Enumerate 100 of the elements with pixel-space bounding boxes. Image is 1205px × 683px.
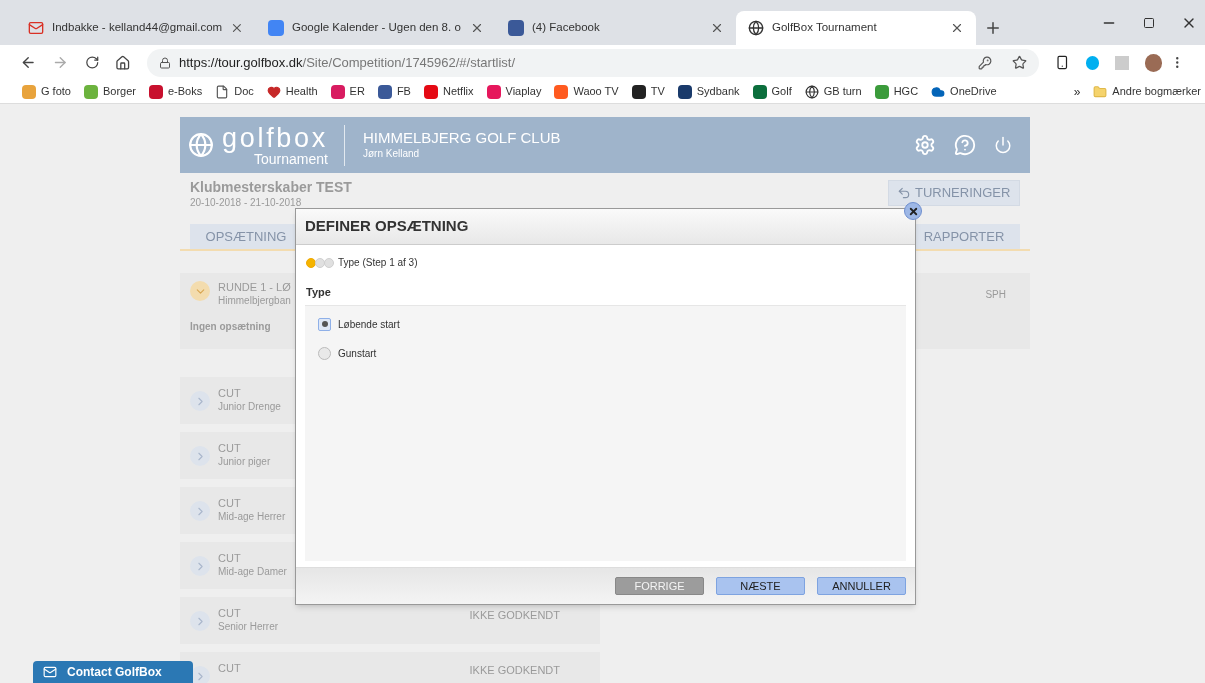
bookmark[interactable]: Borger <box>83 83 136 100</box>
bookmark-logo-icon <box>83 84 98 99</box>
round-course: Himmelbjergban <box>218 294 291 308</box>
bookmark[interactable]: Viaplay <box>486 83 542 100</box>
bookmark-logo-icon <box>874 84 889 99</box>
bookmark-logo-icon <box>486 84 501 99</box>
golfbox-logo-icon <box>188 132 214 158</box>
tab-title: GolfBox Tournament <box>772 20 878 36</box>
logo-subtitle: Tournament <box>254 151 328 166</box>
bookmark-logo-icon <box>377 84 392 99</box>
phone-icon[interactable] <box>1055 55 1070 70</box>
heart-icon <box>266 84 281 99</box>
bookmark[interactable]: GB turn <box>804 83 862 100</box>
browser-tab[interactable]: (4) Facebook <box>496 11 736 45</box>
bookmark[interactable]: FB <box>377 83 411 100</box>
bookmark[interactable]: TV <box>631 83 665 100</box>
more-bookmarks[interactable]: » <box>1073 82 1081 101</box>
bookmark-logo-icon <box>423 84 438 99</box>
bookmark-folder[interactable]: Andre bogmærker <box>1093 83 1205 100</box>
close-icon[interactable] <box>230 21 244 35</box>
cloud-icon <box>931 84 946 99</box>
cut-title: CUT <box>218 607 242 621</box>
dialog-button[interactable]: ANNULLER <box>817 577 906 595</box>
tab-title: (4) Facebook <box>532 20 601 36</box>
close-icon[interactable] <box>470 21 484 35</box>
cut-subtitle: Junior piger <box>218 455 271 469</box>
setup-status: Ingen opsætning <box>190 320 271 335</box>
radio-option[interactable]: Gunstart <box>318 345 893 361</box>
key-icon[interactable] <box>978 55 993 70</box>
cut-subtitle: Junior Drenge <box>218 400 281 414</box>
close-icon <box>907 205 919 217</box>
bookmark-logo-icon <box>752 84 767 99</box>
user-name: Jørn Kelland <box>362 148 421 161</box>
bookmark[interactable]: Golf <box>752 83 792 100</box>
bookmark[interactable]: Netflix <box>423 83 474 100</box>
status-label: IKKE GODKENDT <box>469 608 560 623</box>
url-host: https://tour.golfbox.dk <box>178 53 303 72</box>
lock-icon <box>158 56 171 69</box>
browser-tab[interactable]: GolfBox Tournament <box>736 11 976 45</box>
bookmark-logo-icon <box>677 84 692 99</box>
close-icon[interactable] <box>950 21 964 35</box>
globe-icon <box>748 20 764 36</box>
dialog-title: DEFINER OPSÆTNING <box>305 216 469 237</box>
tournament-dates: 20-10-2018 - 21-10-2018 <box>190 196 303 209</box>
bookmark-logo-icon <box>554 84 569 99</box>
new-tab-icon[interactable] <box>984 19 1002 37</box>
back-icon[interactable] <box>20 54 37 71</box>
avatar-icon[interactable] <box>1144 53 1163 72</box>
bookmark[interactable]: Health <box>266 83 318 100</box>
column-header: SPH <box>985 288 1006 302</box>
tournament-title: Klubmesterskaber TEST <box>190 179 352 197</box>
bookmark-logo-icon <box>22 84 36 99</box>
cut-title: CUT <box>218 662 241 676</box>
radio-button[interactable] <box>318 346 331 360</box>
reload-icon[interactable] <box>84 55 100 70</box>
mail-icon <box>43 665 57 679</box>
page-icon <box>215 84 230 99</box>
tab-title: Indbakke - kelland44@gmail.com <box>52 20 223 36</box>
cut-subtitle: Senior Herrer <box>218 620 279 634</box>
bookmark-logo-icon <box>631 84 646 99</box>
contact-button[interactable]: Contact GolfBox <box>33 661 193 683</box>
step-label: Type (Step 1 af 3) <box>338 256 418 270</box>
tab-title: Google Kalender - Ugen den 8. o <box>292 20 462 36</box>
bookmark-logo-icon <box>330 84 345 99</box>
status-label: IKKE GODKENDT <box>469 663 560 678</box>
globe-icon <box>804 84 819 99</box>
back-arrow-icon <box>897 186 911 200</box>
radio-option[interactable]: Løbende start <box>318 316 893 332</box>
cut-subtitle: Mid-age Herrer <box>218 510 286 524</box>
bookmark[interactable]: HGC <box>874 83 919 100</box>
section-label: Type <box>305 285 332 300</box>
cut-title: CUT <box>218 552 242 566</box>
browser-tab[interactable]: Google Kalender - Ugen den 8. o <box>256 11 496 45</box>
logo-text: golfbox <box>222 124 328 152</box>
browser-tab[interactable]: Indbakke - kelland44@gmail.com <box>16 11 256 45</box>
round-title: RUNDE 1 - LØ <box>218 281 291 295</box>
bookmark[interactable]: Waoo TV <box>554 83 619 100</box>
bookmark[interactable]: Doc <box>215 83 254 100</box>
cut-title: CUT <box>218 442 242 456</box>
dialog-button[interactable]: NÆSTE <box>716 577 805 595</box>
club-name: HIMMELBJERG GOLF CLUB <box>362 129 561 149</box>
bookmark[interactable]: ER <box>330 83 365 100</box>
cut-title: CUT <box>218 497 242 511</box>
cut-subtitle: Mid-age Damer <box>218 565 287 579</box>
folder-icon <box>1093 84 1108 99</box>
mail-icon <box>28 20 44 36</box>
bookmark[interactable]: G foto <box>22 83 71 100</box>
step-indicator <box>306 257 333 268</box>
address-field[interactable]: https://tour.golfbox.dk/Site/Competition/1745962/#/startlist/ <box>146 48 1040 77</box>
bookmark[interactable]: OneDrive <box>931 83 997 100</box>
cut-title: CUT <box>218 387 242 401</box>
bookmark[interactable]: e-Boks <box>149 83 203 100</box>
maximize-icon[interactable] <box>1143 16 1155 29</box>
close-icon[interactable] <box>710 21 724 35</box>
bookmark-logo-icon <box>149 84 163 99</box>
star-icon[interactable] <box>1012 55 1028 70</box>
bookmark[interactable]: Sydbank <box>677 83 740 100</box>
radio-button[interactable] <box>318 317 331 331</box>
url-path: /Site/Competition/1745962/#/startlist/ <box>302 53 515 72</box>
home-icon[interactable] <box>115 54 131 71</box>
